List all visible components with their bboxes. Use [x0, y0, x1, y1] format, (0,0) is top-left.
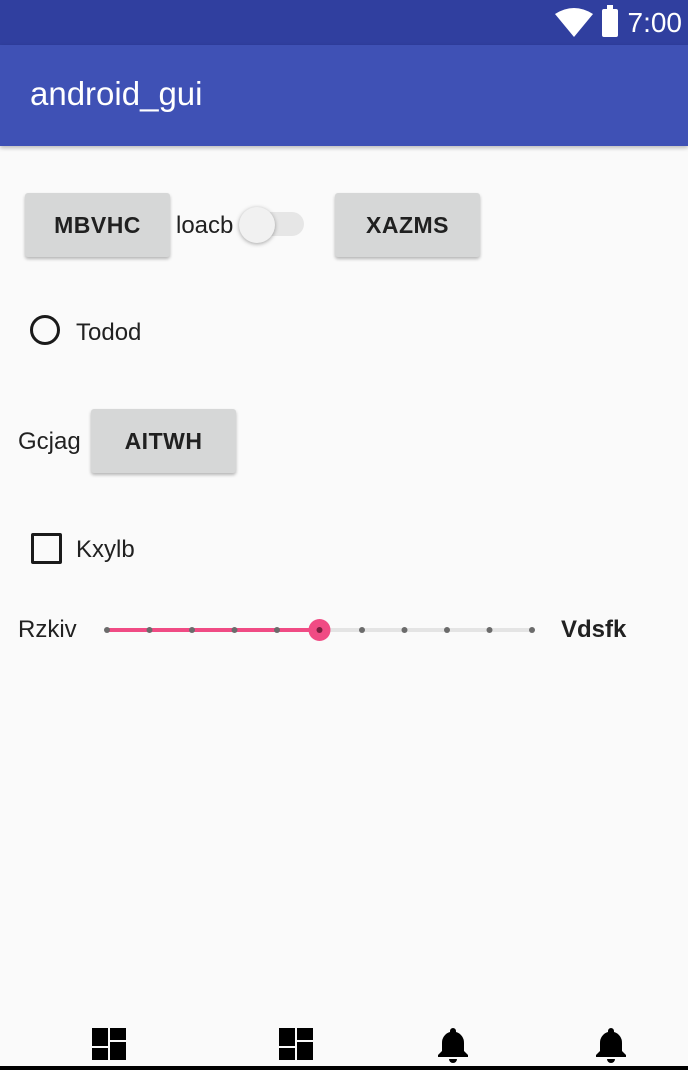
- aitwh-button[interactable]: AITWH: [91, 409, 236, 473]
- seekbar-thumb-tick[interactable]: [316, 627, 323, 633]
- seekbar-tick[interactable]: [146, 627, 153, 633]
- clock: 7:00: [627, 6, 683, 38]
- battery-icon: [601, 4, 618, 37]
- notifications-icon[interactable]: [433, 1024, 473, 1064]
- seekbar-tick[interactable]: [486, 627, 493, 633]
- status-icons: 7:00: [554, 0, 683, 45]
- bottom-navigation: [0, 1010, 688, 1070]
- notifications-icon[interactable]: [591, 1024, 631, 1064]
- seekbar-tick[interactable]: [529, 627, 535, 633]
- switch-label: loacb: [176, 212, 234, 239]
- seekbar-tick[interactable]: [444, 627, 450, 633]
- wifi-icon: [554, 7, 593, 37]
- radio-label[interactable]: Todod: [76, 319, 141, 347]
- seekbar-tick[interactable]: [231, 627, 238, 633]
- checkbox[interactable]: [31, 533, 62, 564]
- dashboard-icon[interactable]: [90, 1024, 130, 1064]
- radio-button[interactable]: [30, 315, 60, 345]
- row-label: Gcjag: [18, 428, 81, 455]
- toggle-switch-thumb[interactable]: [239, 207, 275, 243]
- seekbar-tick[interactable]: [189, 627, 195, 633]
- xazms-button[interactable]: XAZMS: [335, 193, 480, 257]
- seekbar-tick[interactable]: [274, 627, 280, 633]
- seekbar-tick[interactable]: [104, 627, 110, 633]
- seekbar-track[interactable]: [100, 615, 540, 645]
- seekbar-start-label: Rzkiv: [18, 616, 77, 643]
- seekbar-end-label: Vdsfk: [561, 616, 627, 643]
- status-bar: 7:00: [0, 0, 688, 45]
- app-title: android_gui: [30, 75, 203, 112]
- nav-bar-divider: [0, 1066, 688, 1070]
- checkbox-label[interactable]: Kxylb: [76, 536, 135, 564]
- mbvhc-button[interactable]: MBVHC: [25, 193, 170, 257]
- seekbar-tick[interactable]: [359, 627, 365, 633]
- dashboard-icon[interactable]: [277, 1024, 317, 1064]
- seekbar-tick[interactable]: [401, 627, 408, 633]
- discrete-seekbar[interactable]: [100, 615, 540, 645]
- app-bar: android_gui: [0, 45, 688, 146]
